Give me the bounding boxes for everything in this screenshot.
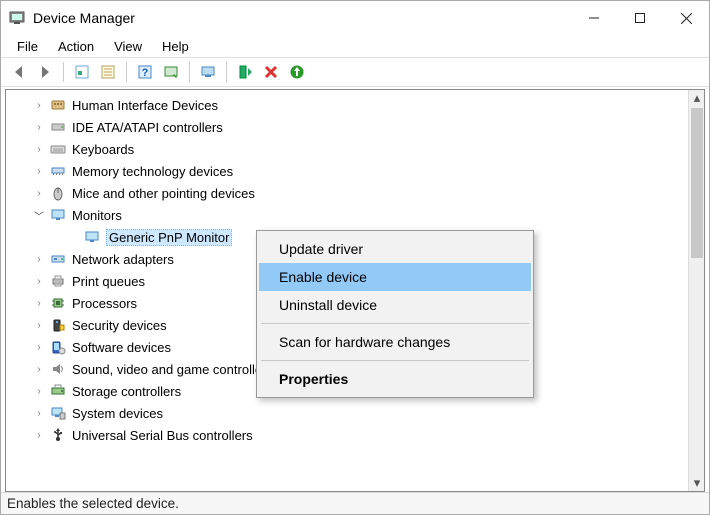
svg-text:?: ? bbox=[142, 67, 149, 79]
chevron-right-icon[interactable]: › bbox=[32, 406, 46, 420]
monitor-icon bbox=[50, 207, 66, 223]
system-icon bbox=[50, 405, 66, 421]
statusbar: Enables the selected device. bbox=[1, 492, 709, 514]
keyboard-icon bbox=[50, 141, 66, 157]
memory-icon bbox=[50, 163, 66, 179]
tree-node[interactable]: › IDE ATA/ATAPI controllers bbox=[14, 116, 688, 138]
tree-node-label: IDE ATA/ATAPI controllers bbox=[72, 120, 223, 135]
tree-node-label: Monitors bbox=[72, 208, 122, 223]
chevron-right-icon[interactable]: › bbox=[32, 274, 46, 288]
security-icon bbox=[50, 317, 66, 333]
context-menu-item[interactable]: Update driver bbox=[259, 235, 531, 263]
menu-view[interactable]: View bbox=[104, 37, 152, 56]
tree-node[interactable]: › Memory technology devices bbox=[14, 160, 688, 182]
vertical-scrollbar[interactable]: ▴ ▾ bbox=[688, 90, 704, 491]
disable-device-button[interactable] bbox=[259, 60, 283, 84]
ide-icon bbox=[50, 119, 66, 135]
printer-icon bbox=[50, 273, 66, 289]
usb-icon bbox=[50, 427, 66, 443]
tree-node[interactable]: ﹀ Monitors bbox=[14, 204, 688, 226]
scroll-up-icon[interactable]: ▴ bbox=[689, 90, 705, 106]
menu-action[interactable]: Action bbox=[48, 37, 104, 56]
tree-node-label: Human Interface Devices bbox=[72, 98, 218, 113]
context-menu: Update driverEnable deviceUninstall devi… bbox=[256, 230, 534, 398]
enable-device-button[interactable] bbox=[233, 60, 257, 84]
context-menu-item[interactable]: Properties bbox=[259, 365, 531, 393]
storage-icon bbox=[50, 383, 66, 399]
tree-node[interactable]: › Human Interface Devices bbox=[14, 94, 688, 116]
context-menu-item[interactable]: Uninstall device bbox=[259, 291, 531, 319]
titlebar: Device Manager bbox=[1, 1, 709, 35]
scroll-thumb[interactable] bbox=[691, 108, 703, 258]
chevron-right-icon[interactable]: › bbox=[32, 120, 46, 134]
properties-pane-button[interactable] bbox=[96, 60, 120, 84]
tree-node-label: System devices bbox=[72, 406, 163, 421]
update-driver-button[interactable] bbox=[196, 60, 220, 84]
window-title: Device Manager bbox=[33, 10, 135, 26]
sound-icon bbox=[50, 361, 66, 377]
chevron-right-icon[interactable]: › bbox=[32, 252, 46, 266]
tree-node[interactable]: › Universal Serial Bus controllers bbox=[14, 424, 688, 446]
tree-node-label: Sound, video and game controllers bbox=[72, 362, 273, 377]
show-hidden-button[interactable] bbox=[70, 60, 94, 84]
context-menu-item[interactable]: Enable device bbox=[259, 263, 531, 291]
context-menu-item[interactable]: Scan for hardware changes bbox=[259, 328, 531, 356]
context-menu-separator bbox=[261, 360, 529, 361]
scan-hardware-button[interactable] bbox=[159, 60, 183, 84]
tree-node-label: Universal Serial Bus controllers bbox=[72, 428, 253, 443]
tree-node[interactable]: › Keyboards bbox=[14, 138, 688, 160]
chevron-right-icon[interactable]: › bbox=[32, 318, 46, 332]
chevron-right-icon[interactable]: › bbox=[32, 142, 46, 156]
device-tree-pane: › Human Interface Devices › IDE ATA/ATAPI c… bbox=[5, 89, 705, 492]
chevron-right-icon[interactable]: › bbox=[32, 428, 46, 442]
tree-node-label: Print queues bbox=[72, 274, 145, 289]
tree-node-label: Mice and other pointing devices bbox=[72, 186, 255, 201]
chevron-down-icon[interactable]: ﹀ bbox=[32, 208, 46, 222]
toolbar-separator bbox=[63, 62, 64, 82]
chevron-right-icon[interactable]: › bbox=[32, 186, 46, 200]
chevron-right-icon[interactable]: › bbox=[32, 362, 46, 376]
tree-node-label: Memory technology devices bbox=[72, 164, 233, 179]
uninstall-button[interactable] bbox=[285, 60, 309, 84]
tree-node[interactable]: › Mice and other pointing devices bbox=[14, 182, 688, 204]
chevron-right-icon[interactable]: › bbox=[32, 98, 46, 112]
software-icon bbox=[50, 339, 66, 355]
tree-node-label: Software devices bbox=[72, 340, 171, 355]
context-menu-separator bbox=[261, 323, 529, 324]
menubar: File Action View Help bbox=[1, 35, 709, 57]
tree-node-label: Security devices bbox=[72, 318, 167, 333]
toolbar: ? bbox=[1, 57, 709, 87]
menu-help[interactable]: Help bbox=[152, 37, 199, 56]
menu-file[interactable]: File bbox=[7, 37, 48, 56]
chevron-right-icon[interactable]: › bbox=[32, 384, 46, 398]
maximize-button[interactable] bbox=[617, 1, 663, 35]
monitor-icon bbox=[84, 229, 100, 245]
chevron-right-icon[interactable]: › bbox=[32, 296, 46, 310]
chevron-right-icon[interactable]: › bbox=[32, 340, 46, 354]
close-button[interactable] bbox=[663, 1, 709, 35]
hid-icon bbox=[50, 97, 66, 113]
tree-node-label: Storage controllers bbox=[72, 384, 181, 399]
minimize-button[interactable] bbox=[571, 1, 617, 35]
help-button[interactable]: ? bbox=[133, 60, 157, 84]
tree-node[interactable]: › System devices bbox=[14, 402, 688, 424]
chevron-right-icon[interactable]: › bbox=[32, 164, 46, 178]
cpu-icon bbox=[50, 295, 66, 311]
status-text: Enables the selected device. bbox=[7, 496, 179, 511]
toolbar-separator bbox=[126, 62, 127, 82]
app-icon bbox=[9, 10, 25, 26]
tree-node-label: Processors bbox=[72, 296, 137, 311]
network-icon bbox=[50, 251, 66, 267]
scroll-down-icon[interactable]: ▾ bbox=[689, 475, 705, 491]
toolbar-separator bbox=[189, 62, 190, 82]
tree-node-label: Network adapters bbox=[72, 252, 174, 267]
forward-button[interactable] bbox=[33, 60, 57, 84]
tree-leaf-label: Generic PnP Monitor bbox=[106, 229, 232, 246]
back-button[interactable] bbox=[7, 60, 31, 84]
mouse-icon bbox=[50, 185, 66, 201]
toolbar-separator bbox=[226, 62, 227, 82]
tree-node-label: Keyboards bbox=[72, 142, 134, 157]
